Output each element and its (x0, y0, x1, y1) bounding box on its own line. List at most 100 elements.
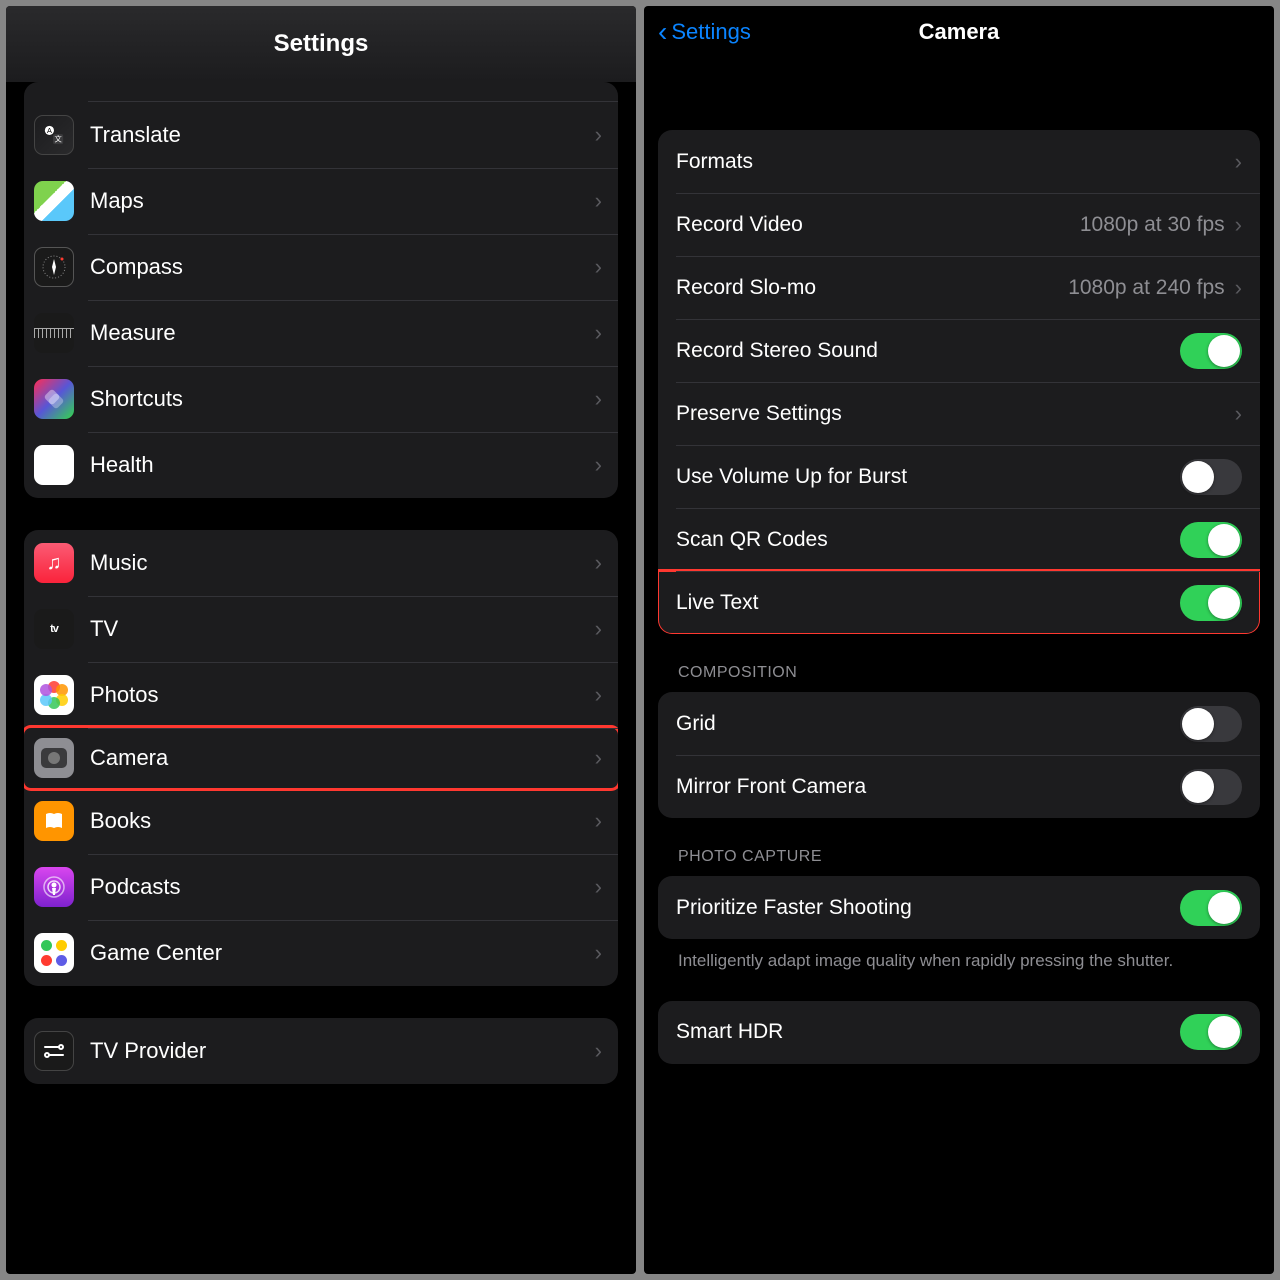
list-item-photos[interactable]: Photos › (24, 662, 618, 728)
list-item-partial[interactable] (24, 82, 618, 102)
toggle-mirror-front[interactable] (1180, 769, 1242, 805)
setting-value: 1080p at 30 fps (1080, 213, 1225, 237)
setting-value: 1080p at 240 fps (1068, 276, 1224, 300)
list-item-translate[interactable]: A文 Translate › (24, 102, 618, 168)
setting-label: Prioritize Faster Shooting (676, 896, 1180, 920)
chevron-right-icon: › (595, 745, 602, 771)
chevron-right-icon: › (595, 550, 602, 576)
chevron-right-icon: › (1235, 401, 1242, 427)
list-item-podcasts[interactable]: Podcasts › (24, 854, 618, 920)
setting-label: Formats (676, 150, 1235, 174)
list-item-shortcuts[interactable]: Shortcuts › (24, 366, 618, 432)
back-button[interactable]: ‹ Settings (658, 18, 751, 46)
list-label: Podcasts (90, 874, 595, 900)
toggle-live-text[interactable] (1180, 585, 1242, 621)
camera-settings-list[interactable]: Formats › Record Video 1080p at 30 fps ›… (644, 58, 1274, 1064)
list-label: Measure (90, 320, 595, 346)
list-item-camera[interactable]: Camera › (24, 725, 618, 791)
chevron-right-icon: › (595, 254, 602, 280)
section-header-composition: Composition (658, 634, 1260, 692)
chevron-right-icon: › (595, 616, 602, 642)
setting-smart-hdr[interactable]: Smart HDR (658, 1001, 1260, 1064)
setting-formats[interactable]: Formats › (658, 130, 1260, 193)
camera-icon (34, 738, 74, 778)
list-item-health[interactable]: ♥ Health › (24, 432, 618, 498)
list-label: Compass (90, 254, 595, 280)
svg-text:文: 文 (54, 134, 62, 143)
music-icon: ♫ (34, 543, 74, 583)
setting-scan-qr[interactable]: Scan QR Codes (658, 508, 1260, 571)
setting-stereo-sound[interactable]: Record Stereo Sound (658, 319, 1260, 382)
setting-label: Record Stereo Sound (676, 339, 1180, 363)
list-label: Music (90, 550, 595, 576)
back-label: Settings (671, 19, 751, 45)
setting-label: Live Text (676, 591, 1180, 615)
toggle-scan-qr[interactable] (1180, 522, 1242, 558)
chevron-right-icon: › (595, 386, 602, 412)
list-item-compass[interactable]: Compass › (24, 234, 618, 300)
list-item-music[interactable]: ♫ Music › (24, 530, 618, 596)
list-label: Game Center (90, 940, 595, 966)
list-label: Camera (90, 745, 595, 771)
toggle-grid[interactable] (1180, 706, 1242, 742)
setting-label: Use Volume Up for Burst (676, 465, 1180, 489)
section-footer-capture: Intelligently adapt image quality when r… (658, 939, 1260, 973)
chevron-right-icon: › (595, 122, 602, 148)
nav-bar: ‹ Settings Camera (644, 6, 1274, 58)
chevron-right-icon: › (1235, 275, 1242, 301)
gamecenter-icon (34, 933, 74, 973)
camera-group-capture: Prioritize Faster Shooting (658, 876, 1260, 939)
setting-label: Mirror Front Camera (676, 775, 1180, 799)
setting-live-text[interactable]: Live Text (658, 571, 1260, 634)
toggle-smart-hdr[interactable] (1180, 1014, 1242, 1050)
list-item-measure[interactable]: Measure › (24, 300, 618, 366)
chevron-right-icon: › (1235, 149, 1242, 175)
setting-label: Scan QR Codes (676, 528, 1180, 552)
list-label: Health (90, 452, 595, 478)
setting-label: Grid (676, 712, 1180, 736)
list-item-books[interactable]: Books › (24, 788, 618, 854)
chevron-right-icon: › (595, 682, 602, 708)
list-label: Maps (90, 188, 595, 214)
camera-settings-screen: ‹ Settings Camera Formats › Record Video… (644, 6, 1274, 1274)
maps-icon (34, 181, 74, 221)
chevron-right-icon: › (595, 808, 602, 834)
list-item-maps[interactable]: Maps › (24, 168, 618, 234)
chevron-right-icon: › (595, 1038, 602, 1064)
list-item-tv[interactable]: tv TV › (24, 596, 618, 662)
list-item-gamecenter[interactable]: Game Center › (24, 920, 618, 986)
setting-volume-burst[interactable]: Use Volume Up for Burst (658, 445, 1260, 508)
chevron-right-icon: › (595, 188, 602, 214)
settings-group-1: A文 Translate › Maps › Compass › Measure (24, 82, 618, 498)
health-icon: ♥ (34, 445, 74, 485)
setting-prioritize-faster[interactable]: Prioritize Faster Shooting (658, 876, 1260, 939)
toggle-stereo[interactable] (1180, 333, 1242, 369)
list-label: TV (90, 616, 595, 642)
translate-icon: A文 (34, 115, 74, 155)
list-label: Shortcuts (90, 386, 595, 412)
svg-text:A: A (47, 126, 52, 135)
toggle-volume-burst[interactable] (1180, 459, 1242, 495)
chevron-right-icon: › (595, 940, 602, 966)
setting-grid[interactable]: Grid (658, 692, 1260, 755)
setting-label: Record Slo-mo (676, 276, 1068, 300)
chevron-right-icon: › (595, 452, 602, 478)
setting-record-video[interactable]: Record Video 1080p at 30 fps › (658, 193, 1260, 256)
settings-list[interactable]: A文 Translate › Maps › Compass › Measure (6, 82, 636, 1274)
measure-icon (34, 313, 74, 353)
chevron-right-icon: › (595, 320, 602, 346)
setting-mirror-front[interactable]: Mirror Front Camera (658, 755, 1260, 818)
setting-preserve[interactable]: Preserve Settings › (658, 382, 1260, 445)
chevron-right-icon: › (1235, 212, 1242, 238)
setting-label: Smart HDR (676, 1020, 1180, 1044)
setting-label: Record Video (676, 213, 1080, 237)
camera-group-main: Formats › Record Video 1080p at 30 fps ›… (658, 130, 1260, 634)
toggle-prioritize-faster[interactable] (1180, 890, 1242, 926)
settings-group-3: TV Provider › (24, 1018, 618, 1084)
list-label: Photos (90, 682, 595, 708)
settings-title: Settings (274, 30, 369, 58)
list-item-tvprovider[interactable]: TV Provider › (24, 1018, 618, 1084)
setting-record-slomo[interactable]: Record Slo-mo 1080p at 240 fps › (658, 256, 1260, 319)
chevron-left-icon: ‹ (658, 18, 667, 46)
books-icon (34, 801, 74, 841)
